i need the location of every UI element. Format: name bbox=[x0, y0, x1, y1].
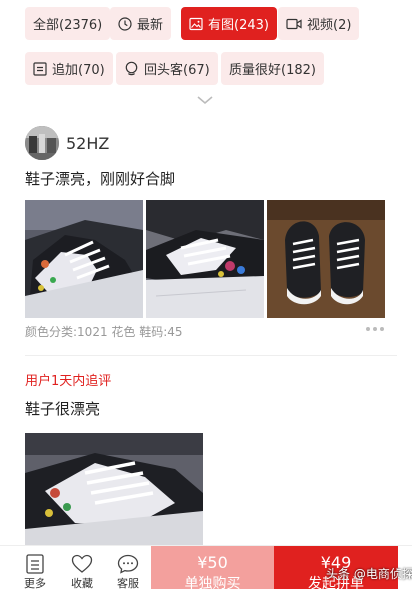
filter-latest-chip[interactable]: 最新 bbox=[110, 7, 172, 40]
more-button[interactable]: 更多 bbox=[12, 546, 58, 589]
filter-good-quality-chip[interactable]: 质量很好(182) bbox=[221, 52, 324, 85]
filter-video-label: 视频(2) bbox=[307, 18, 352, 33]
favorite-label: 收藏 bbox=[71, 577, 93, 589]
favorite-button[interactable]: 收藏 bbox=[59, 546, 105, 589]
review-photo-1[interactable] bbox=[25, 200, 143, 318]
clock-icon bbox=[118, 16, 132, 31]
filter-returning-customer-chip[interactable]: 回头客(67) bbox=[116, 52, 218, 85]
image-icon bbox=[189, 17, 203, 31]
filter-with-images-label: 有图(243) bbox=[208, 18, 269, 33]
avatar[interactable] bbox=[25, 126, 59, 160]
filter-with-images-chip[interactable]: 有图(243) bbox=[181, 7, 277, 40]
review-photo-3[interactable] bbox=[267, 200, 385, 318]
review-text: 鞋子漂亮，刚刚好合脚 bbox=[25, 170, 176, 188]
filter-followup-label: 追加(70) bbox=[52, 63, 105, 78]
note-icon bbox=[33, 61, 47, 76]
more-label: 更多 bbox=[24, 577, 46, 589]
expand-filters-chevron-icon[interactable] bbox=[196, 90, 214, 109]
reviewer-row: 52HZ bbox=[25, 126, 109, 160]
filter-latest-label: 最新 bbox=[137, 18, 164, 33]
filter-video-chip[interactable]: 视频(2) bbox=[278, 7, 360, 40]
filter-returning-customer-label: 回头客(67) bbox=[144, 63, 210, 78]
heart-icon bbox=[59, 554, 105, 574]
single-action-label: 单独购买 bbox=[184, 576, 241, 589]
filter-all-chip[interactable]: 全部(2376) bbox=[25, 7, 111, 40]
filter-good-quality-label: 质量很好(182) bbox=[229, 63, 316, 78]
section-divider bbox=[25, 355, 397, 356]
purchase-specs: 颜色分类:1021 花色 鞋码:45 bbox=[25, 325, 183, 339]
video-icon bbox=[286, 17, 302, 31]
buy-alone-button[interactable]: ¥50 单独购买 bbox=[151, 546, 274, 589]
watermark: 头条 @电商侦探 bbox=[326, 567, 412, 581]
list-icon bbox=[12, 554, 58, 574]
single-price: ¥50 bbox=[197, 553, 228, 572]
customer-service-button[interactable]: 客服 bbox=[105, 546, 151, 589]
more-options-icon[interactable] bbox=[366, 327, 384, 331]
returning-customer-icon bbox=[124, 61, 139, 76]
review-photo-2[interactable] bbox=[146, 200, 264, 318]
reviewer-username: 52HZ bbox=[66, 133, 110, 153]
chat-icon bbox=[105, 554, 151, 574]
customer-service-label: 客服 bbox=[117, 577, 139, 589]
followup-label: 用户1天内追评 bbox=[25, 374, 112, 389]
filter-followup-chip[interactable]: 追加(70) bbox=[25, 52, 113, 85]
followup-photo[interactable] bbox=[25, 433, 203, 545]
filter-all-label: 全部(2376) bbox=[33, 18, 103, 33]
followup-text: 鞋子很漂亮 bbox=[25, 400, 101, 418]
